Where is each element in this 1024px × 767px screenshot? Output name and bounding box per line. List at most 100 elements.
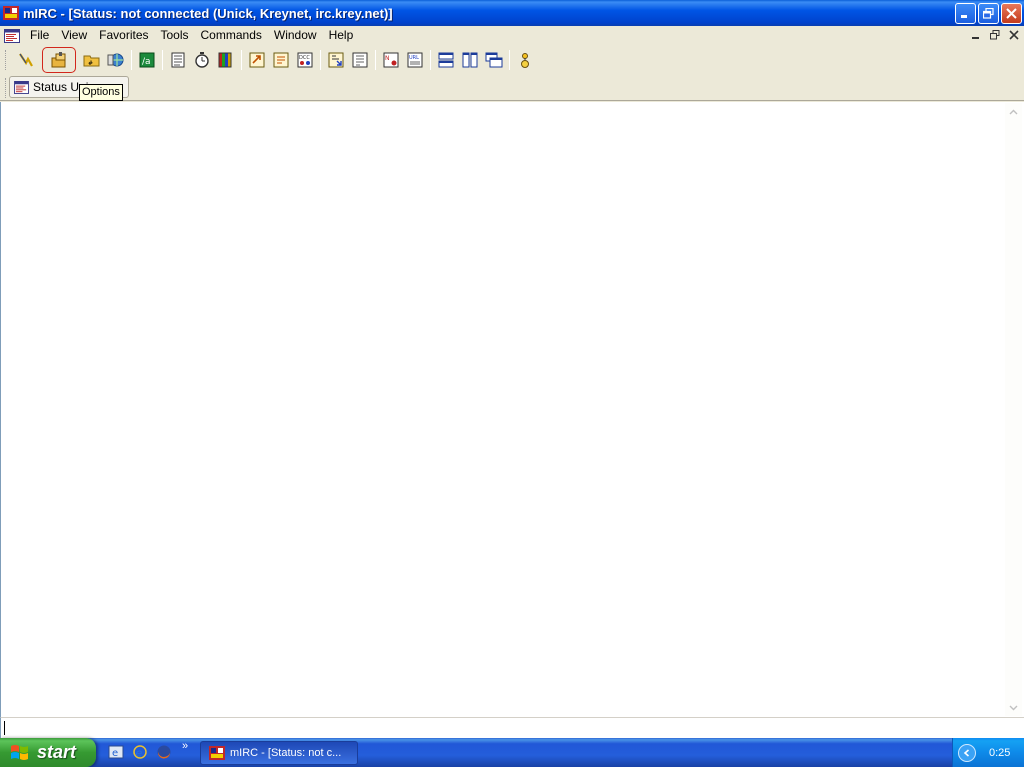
- svg-text:/a: /a: [142, 57, 151, 67]
- url-list-button[interactable]: URL: [404, 49, 426, 71]
- channels-folder-button[interactable]: #: [81, 49, 103, 71]
- taskbar-mirc-button[interactable]: mIRC - [Status: not c...: [200, 741, 358, 765]
- toolbar-separator: [241, 50, 242, 70]
- url-list-icon: URL: [407, 52, 423, 68]
- mirc-app-icon: [3, 6, 19, 20]
- toolbar-separator: [430, 50, 431, 70]
- chevron-up-icon: [1009, 109, 1018, 114]
- chevron-down-icon: [1009, 705, 1018, 710]
- internet-explorer-icon: e: [108, 745, 124, 759]
- mdi-restore-button[interactable]: [987, 28, 1003, 42]
- svg-text:N: N: [385, 55, 390, 62]
- toolbar-grip[interactable]: [5, 50, 8, 70]
- address-book-button[interactable]: [167, 49, 189, 71]
- tile-horizontal-icon: [438, 52, 454, 68]
- quicklaunch-more-button[interactable]: »: [182, 740, 188, 752]
- tile-vertical-button[interactable]: [459, 49, 481, 71]
- address-book-icon: [171, 52, 185, 68]
- options-icon: [51, 52, 66, 68]
- toolbar: # /a DCC N URL: [0, 46, 1024, 74]
- cascade-icon: [485, 52, 503, 68]
- windows-flag-icon: [11, 744, 28, 760]
- send-file-icon: [249, 52, 265, 68]
- toolbar-separator: [131, 50, 132, 70]
- connect-icon: [19, 53, 33, 67]
- cascade-button[interactable]: [483, 49, 505, 71]
- menu-bar: File View Favorites Tools Commands Windo…: [0, 26, 1024, 45]
- received-folder-button[interactable]: [325, 49, 347, 71]
- taskbar-mirc-label: mIRC - [Status: not c...: [230, 747, 342, 759]
- mdi-close-button[interactable]: [1006, 28, 1022, 42]
- title-bar[interactable]: mIRC - [Status: not connected (Unick, Kr…: [0, 0, 1024, 26]
- svg-text:#: #: [88, 60, 93, 67]
- status-window-icon: [14, 80, 29, 94]
- toolbar-separator: [375, 50, 376, 70]
- toolbar-separator: [162, 50, 163, 70]
- colors-button[interactable]: [215, 49, 237, 71]
- svg-text:URL: URL: [409, 55, 419, 61]
- notify-list-button[interactable]: N: [380, 49, 402, 71]
- start-button[interactable]: start: [0, 738, 96, 767]
- menu-help[interactable]: Help: [323, 26, 360, 45]
- command-input[interactable]: [0, 717, 1024, 738]
- mdi-minimize-button[interactable]: [968, 28, 984, 42]
- switchbar-grip[interactable]: [5, 78, 8, 98]
- send-file-button[interactable]: [246, 49, 268, 71]
- options-tooltip: Options: [79, 84, 123, 101]
- dcc-icon: DCC: [297, 52, 313, 68]
- window-minimize-button[interactable]: [955, 3, 976, 24]
- minimize-icon: [961, 15, 967, 18]
- vertical-scrollbar[interactable]: [1005, 103, 1022, 716]
- status-window-icon[interactable]: [4, 28, 20, 43]
- close-icon: [1006, 8, 1017, 19]
- toolbar-separator: [509, 50, 510, 70]
- scroll-down-button[interactable]: [1005, 699, 1022, 716]
- minimize-icon: [972, 37, 979, 39]
- system-tray: 0:25: [952, 738, 1024, 767]
- quicklaunch-browser-button[interactable]: e: [131, 743, 149, 761]
- notify-icon: N: [383, 52, 399, 68]
- tile-vertical-icon: [462, 52, 478, 68]
- tray-clock[interactable]: 0:25: [989, 747, 1010, 759]
- window-close-button[interactable]: [1001, 3, 1022, 24]
- menu-favorites[interactable]: Favorites: [93, 26, 154, 45]
- menu-commands[interactable]: Commands: [195, 26, 268, 45]
- about-button[interactable]: [514, 49, 536, 71]
- svg-text:e: e: [112, 748, 118, 759]
- chevron-left-icon: [963, 748, 970, 757]
- restore-icon: [990, 30, 1000, 40]
- text-caret: [4, 721, 5, 735]
- options-button[interactable]: [42, 47, 76, 73]
- chat-icon: [273, 52, 289, 68]
- quicklaunch-ie-button[interactable]: e: [107, 743, 125, 761]
- toolbar-separator: [320, 50, 321, 70]
- window-title: mIRC - [Status: not connected (Unick, Kr…: [23, 5, 393, 21]
- server-list-button[interactable]: [105, 49, 127, 71]
- tray-expand-button[interactable]: [958, 743, 976, 762]
- restore-icon: [983, 8, 994, 19]
- channel-folder-icon: #: [83, 55, 100, 67]
- menu-tools[interactable]: Tools: [155, 26, 195, 45]
- scroll-up-button[interactable]: [1005, 103, 1022, 120]
- scripts-editor-button[interactable]: /a: [136, 49, 158, 71]
- menu-file[interactable]: File: [24, 26, 55, 45]
- tile-horizontal-button[interactable]: [435, 49, 457, 71]
- received-folder-icon: [328, 52, 344, 68]
- connect-button[interactable]: [15, 49, 37, 71]
- svg-text:DCC: DCC: [299, 55, 310, 61]
- dcc-button[interactable]: DCC: [294, 49, 316, 71]
- about-icon: [521, 53, 529, 68]
- window-restore-button[interactable]: [978, 3, 999, 24]
- chat-button[interactable]: [270, 49, 292, 71]
- menu-window[interactable]: Window: [268, 26, 323, 45]
- firefox-icon: [157, 745, 171, 759]
- svg-text:e: e: [136, 747, 143, 760]
- colors-icon: [218, 52, 232, 68]
- status-window-output[interactable]: [0, 102, 1024, 717]
- timer-icon: [195, 52, 209, 68]
- log-folder-button[interactable]: [349, 49, 371, 71]
- timer-button[interactable]: [191, 49, 213, 71]
- quicklaunch-firefox-button[interactable]: [155, 743, 173, 761]
- menu-view[interactable]: View: [55, 26, 93, 45]
- close-icon: [1009, 30, 1019, 40]
